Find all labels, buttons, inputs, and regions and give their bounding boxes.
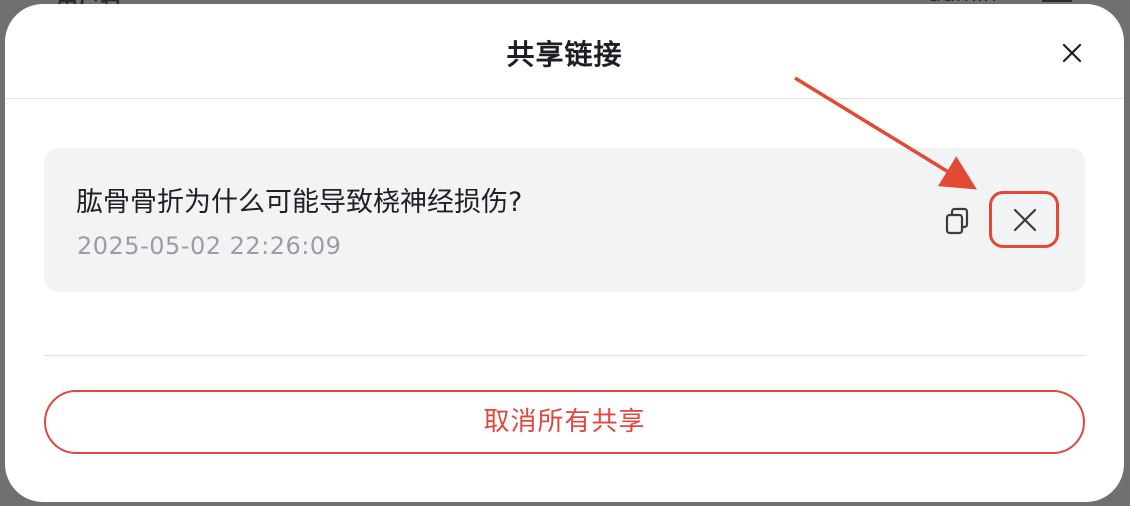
modal-header: 共享链接 bbox=[5, 4, 1124, 99]
close-icon bbox=[1062, 43, 1082, 63]
modal-title: 共享链接 bbox=[506, 38, 623, 71]
share-link-timestamp: 2025-05-02 22:26:09 bbox=[77, 232, 342, 260]
menu-icon bbox=[1042, 0, 1072, 2]
footer-divider bbox=[44, 355, 1085, 356]
close-icon bbox=[1013, 208, 1037, 232]
share-links-modal: 共享链接 肱骨骨折为什么可能导致桡神经损伤? 2025-05-02 22:26:… bbox=[5, 4, 1124, 502]
copy-icon bbox=[945, 207, 969, 235]
share-link-title: 肱骨骨折为什么可能导致桡神经损伤? bbox=[76, 187, 523, 218]
copy-link-button[interactable] bbox=[941, 204, 975, 238]
delete-share-button[interactable] bbox=[989, 191, 1059, 248]
modal-close-button[interactable] bbox=[1057, 38, 1087, 68]
cancel-all-shares-button[interactable]: 取消所有共享 bbox=[44, 390, 1085, 454]
share-link-item: 肱骨骨折为什么可能导致桡神经损伤? 2025-05-02 22:26:09 bbox=[44, 148, 1085, 292]
